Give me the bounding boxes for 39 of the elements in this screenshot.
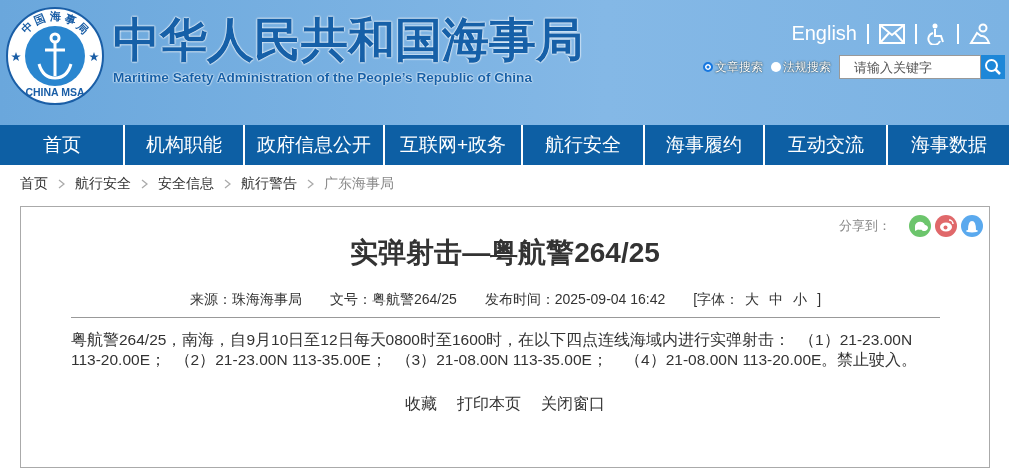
breadcrumb-link[interactable]: 航行警告 (241, 175, 297, 193)
emblem-text: 中 国 海 事 局 (18, 10, 92, 36)
star-icon (89, 52, 99, 61)
eye-icon[interactable] (935, 215, 957, 237)
article-action-link[interactable]: 收藏 (405, 394, 437, 415)
emblem-text: CHINA MSA (25, 86, 85, 98)
article-action-link[interactable]: 关闭窗口 (541, 394, 605, 415)
site-title: 中华人民共和国海事局 (113, 12, 583, 68)
font-size-link[interactable]: 大 (745, 291, 760, 309)
person-icon[interactable] (969, 22, 991, 45)
share-label: 分享到： (839, 217, 891, 235)
chevron-icon (58, 179, 65, 189)
breadcrumb-link[interactable]: 首页 (20, 175, 48, 193)
site-subtitle: Maritime Safety Administration of the People’s Republic of China (113, 70, 533, 85)
chevron-icon (224, 179, 231, 189)
article-title: 实弹射击—粤航警264/25 (350, 236, 660, 270)
chat-icon[interactable] (909, 215, 931, 237)
mail-icon[interactable] (879, 23, 905, 44)
bell-icon[interactable] (961, 215, 983, 237)
breadcrumb-link[interactable]: 广东海事局 (324, 175, 394, 193)
bracket-text: ] (817, 291, 822, 309)
source-text: 来源：珠海海事局 (189, 291, 302, 309)
font-size-link[interactable]: 中 (769, 291, 784, 309)
article-body: 粤航警264/25，南海，自9月10日至12日每天0800时至1600时，在以下四点连线海域内进行实弹射击： （1）21-23.00N 113-20.00E； （2）21-23.00N 113-35.00E； （3）21-08.00N 113-35.00E； （4）21-08.00N 113-20.00E。禁止驶入。 (71, 330, 919, 370)
article-action-link[interactable]: 打印本页 (457, 394, 521, 415)
chevron-icon (141, 179, 148, 189)
chevron-icon (307, 179, 314, 189)
nav-tab[interactable]: 海事数据 (888, 125, 1009, 165)
publish-time: 发布时间：2025-09-04 16:42 (484, 291, 666, 309)
search-field[interactable]: 请输入关键字 (839, 55, 981, 79)
font-size-label: [字体： (693, 291, 740, 309)
document-number: 文号：粤航警264/25 (329, 291, 457, 309)
search-icon (984, 58, 1002, 76)
wheelchair-icon[interactable] (927, 22, 947, 45)
star-icon (11, 52, 21, 61)
search-button[interactable] (981, 55, 1005, 79)
breadcrumb-link[interactable]: 安全信息 (158, 175, 214, 193)
breadcrumb-link[interactable]: 航行安全 (75, 175, 131, 193)
font-size-link[interactable]: 小 (793, 291, 808, 309)
